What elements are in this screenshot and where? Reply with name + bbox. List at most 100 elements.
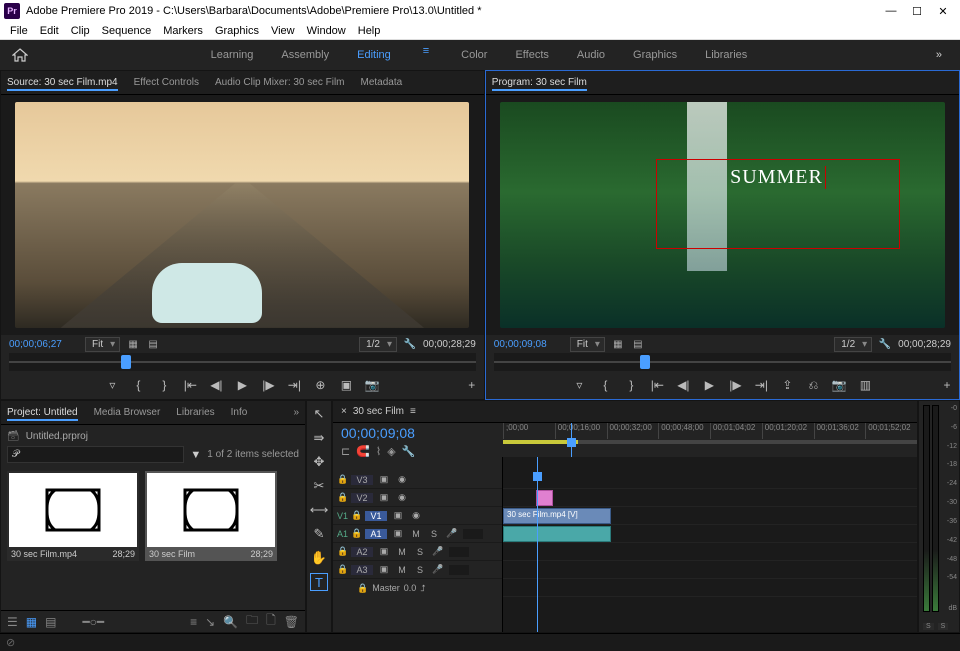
step-forward-icon[interactable]: |▶: [260, 378, 276, 392]
track-select-tool-icon[interactable]: ⇛: [310, 429, 328, 447]
menu-markers[interactable]: Markers: [157, 25, 209, 37]
track-label[interactable]: A3: [351, 565, 373, 575]
workspace-graphics[interactable]: Graphics: [633, 45, 677, 65]
selection-tool-icon[interactable]: ↖: [310, 405, 328, 423]
sort-icon[interactable]: ≡: [190, 615, 197, 629]
p-mark-in-icon[interactable]: {: [597, 378, 613, 392]
clear-icon[interactable]: 🗑: [284, 615, 299, 629]
p-play-icon[interactable]: ▶: [701, 378, 717, 392]
track-label[interactable]: A2: [351, 547, 373, 557]
expand-icon[interactable]: ⮥: [420, 583, 425, 594]
track-output-icon[interactable]: ▣: [377, 492, 391, 503]
p-lift-icon[interactable]: ⇪: [779, 378, 795, 392]
lock-icon[interactable]: 🔒: [337, 492, 347, 503]
minimize-button[interactable]: ―: [884, 5, 898, 18]
tab-info[interactable]: Info: [231, 405, 248, 420]
tab-metadata[interactable]: Metadata: [361, 75, 403, 90]
insert-icon[interactable]: ⊕: [312, 378, 328, 392]
track-output-icon[interactable]: ▣: [391, 510, 405, 521]
track-v1[interactable]: V1🔒V1▣◉: [333, 507, 502, 525]
export-frame-icon[interactable]: 📷: [364, 378, 380, 392]
program-monitor[interactable]: SUMMER: [486, 95, 959, 335]
eye-icon[interactable]: ◉: [395, 492, 409, 503]
project-item-1[interactable]: 30 sec Film28;29: [145, 471, 277, 561]
program-overlay-icon[interactable]: ▤: [631, 337, 645, 351]
p-step-forward-icon[interactable]: |▶: [727, 378, 743, 392]
type-tool-icon[interactable]: T: [310, 573, 328, 591]
source-settings-icon[interactable]: ▦: [126, 337, 140, 351]
project-overflow-icon[interactable]: »: [293, 405, 299, 420]
menu-graphics[interactable]: Graphics: [209, 25, 265, 37]
slip-tool-icon[interactable]: ⟷: [310, 501, 328, 519]
lock-icon[interactable]: 🔒: [357, 583, 368, 594]
source-playhead[interactable]: [121, 355, 131, 369]
workspace-editing-menu-icon[interactable]: ≡: [419, 45, 433, 65]
timeline-playhead[interactable]: [571, 423, 572, 457]
lock-icon[interactable]: 🔒: [337, 546, 347, 557]
track-a1[interactable]: A1🔒A1▣MS🎤: [333, 525, 502, 543]
menu-view[interactable]: View: [265, 25, 301, 37]
menu-help[interactable]: Help: [352, 25, 387, 37]
workspace-effects[interactable]: Effects: [515, 45, 548, 65]
menu-file[interactable]: File: [4, 25, 34, 37]
track-a2[interactable]: 🔒A2▣MS🎤: [333, 543, 502, 561]
p-step-back-icon[interactable]: ◀|: [675, 378, 691, 392]
timeline-timecode[interactable]: 00;00;09;08: [341, 423, 415, 441]
filter-bin-icon[interactable]: ▼: [190, 449, 201, 461]
tab-effect-controls[interactable]: Effect Controls: [134, 75, 199, 90]
lock-icon[interactable]: 🔒: [337, 474, 347, 485]
find-icon[interactable]: 🔍: [223, 615, 238, 629]
title-safe-box[interactable]: SUMMER: [656, 159, 901, 249]
p-export-frame-icon[interactable]: 📷: [831, 378, 847, 392]
title-text[interactable]: SUMMER: [730, 166, 826, 189]
p-add-marker-icon[interactable]: ▿: [571, 378, 587, 392]
timeline-tab[interactable]: 30 sec Film: [353, 406, 404, 417]
source-resolution-dropdown[interactable]: 1/2: [359, 337, 397, 352]
p-mark-out-icon[interactable]: }: [623, 378, 639, 392]
new-item-icon[interactable]: 🗋: [266, 611, 276, 632]
mic-icon[interactable]: 🎤: [431, 564, 445, 575]
tab-project[interactable]: Project: Untitled: [7, 405, 78, 421]
program-resolution-dropdown[interactable]: 1/2: [834, 337, 872, 352]
new-bin-icon[interactable]: 🗀: [246, 611, 258, 632]
go-to-out-icon[interactable]: ⇥|: [286, 378, 302, 392]
play-icon[interactable]: ▶: [234, 378, 250, 392]
timeline-close-icon[interactable]: ×: [341, 406, 347, 417]
clip-audio[interactable]: [503, 526, 611, 542]
track-output-icon[interactable]: ▣: [377, 546, 391, 557]
track-label[interactable]: V3: [351, 475, 373, 485]
eye-icon[interactable]: ◉: [409, 510, 423, 521]
menu-clip[interactable]: Clip: [65, 25, 96, 37]
close-button[interactable]: ✕: [936, 5, 950, 18]
track-a3[interactable]: 🔒A3▣MS🎤: [333, 561, 502, 579]
go-to-in-icon[interactable]: |⇤: [182, 378, 198, 392]
lock-icon[interactable]: 🔒: [351, 528, 361, 539]
freeform-view-icon[interactable]: ▤: [45, 615, 56, 629]
source-scrubber[interactable]: [9, 353, 476, 371]
program-in-timecode[interactable]: 00;00;09;08: [494, 339, 564, 350]
tab-source[interactable]: Source: 30 sec Film.mp4: [7, 75, 118, 91]
workspace-audio[interactable]: Audio: [577, 45, 605, 65]
clip-title[interactable]: [536, 490, 553, 506]
program-playhead[interactable]: [640, 355, 650, 369]
master-value[interactable]: 0.0: [404, 583, 417, 593]
clip-video[interactable]: 30 sec Film.mp4 [V]: [503, 508, 611, 524]
icon-view-icon[interactable]: ▦: [26, 615, 37, 629]
track-v2[interactable]: 🔒V2▣◉: [333, 489, 502, 507]
p-compare-icon[interactable]: ▥: [857, 378, 873, 392]
timeline-ruler[interactable]: ;00;00 00;00;16;00 00;00;32;00 00;00;48;…: [503, 423, 917, 439]
tab-media-browser[interactable]: Media Browser: [94, 405, 161, 420]
solo-right[interactable]: S: [938, 623, 949, 630]
eye-icon[interactable]: ◉: [395, 474, 409, 485]
tab-libraries[interactable]: Libraries: [176, 405, 214, 420]
track-output-icon[interactable]: ▣: [391, 528, 405, 539]
pen-tool-icon[interactable]: ✎: [310, 525, 328, 543]
maximize-button[interactable]: ☐: [910, 5, 924, 18]
source-overlay-icon[interactable]: ▤: [146, 337, 160, 351]
tab-program[interactable]: Program: 30 sec Film: [492, 75, 587, 91]
program-zoom-dropdown[interactable]: Fit: [570, 337, 605, 352]
zoom-slider[interactable]: ━○━: [82, 615, 104, 629]
p-go-to-in-icon[interactable]: |⇤: [649, 378, 665, 392]
track-label[interactable]: A1: [365, 529, 387, 539]
automate-icon[interactable]: ↘: [205, 615, 215, 629]
